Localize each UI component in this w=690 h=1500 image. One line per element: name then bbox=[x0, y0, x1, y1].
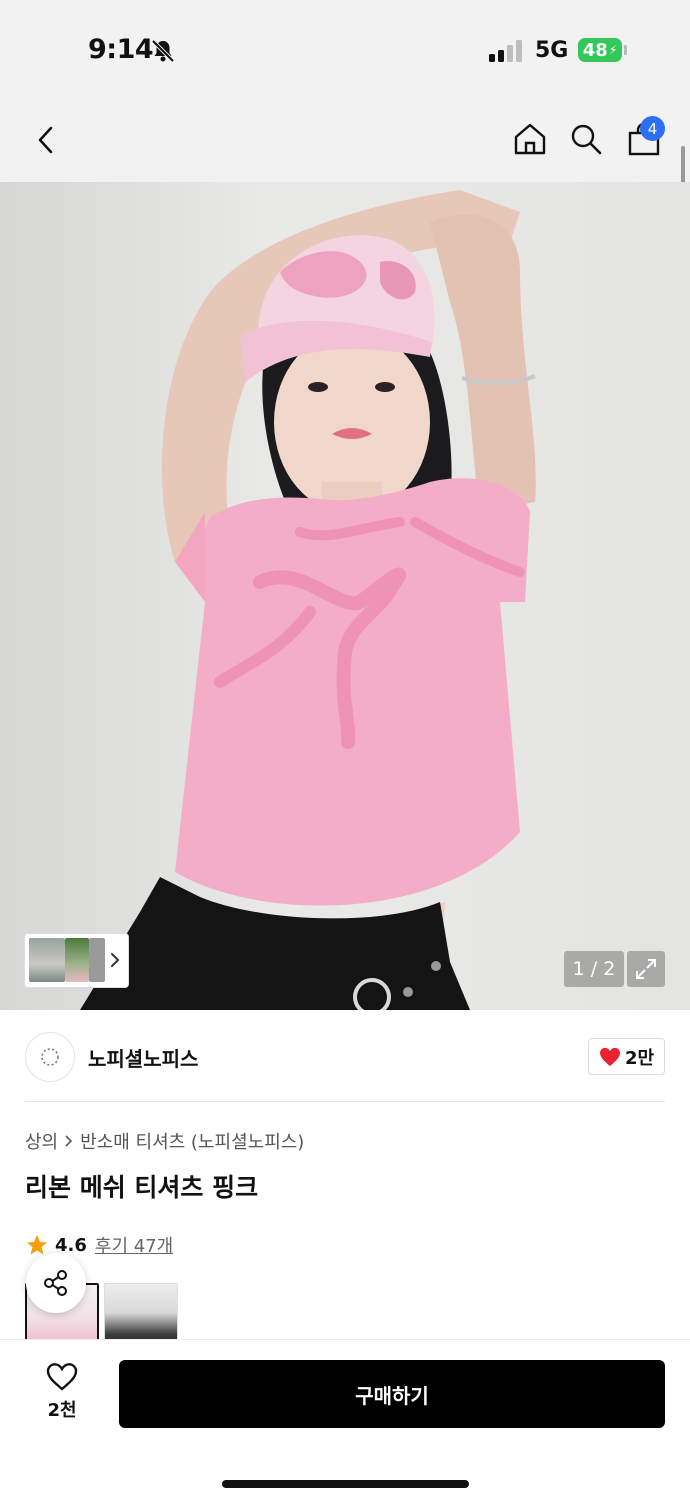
variant-thumbnail-black[interactable] bbox=[104, 1283, 178, 1339]
status-time: 9:14 bbox=[88, 34, 154, 65]
product-photo bbox=[80, 190, 536, 1010]
category-breadcrumb: 상의 반소매 티셔츠 (노피셜노피스) bbox=[25, 1128, 304, 1154]
breadcrumb-item[interactable]: 상의 bbox=[25, 1128, 58, 1154]
store-like-button[interactable]: 2만 bbox=[588, 1038, 665, 1075]
status-bar: 9:14 5G 48 ⚡ bbox=[0, 0, 690, 100]
review-count-link[interactable]: 후기 47개 bbox=[95, 1232, 173, 1258]
share-icon bbox=[44, 1270, 67, 1296]
network-type: 5G bbox=[535, 38, 569, 63]
store-name[interactable]: 노피셜노피스 bbox=[88, 1043, 198, 1072]
search-button[interactable] bbox=[566, 118, 606, 160]
product-image-gallery[interactable]: 1 / 2 bbox=[0, 182, 690, 1010]
cart-count-badge: 4 bbox=[640, 116, 665, 141]
purchase-bar: 2천 구매하기 bbox=[0, 1339, 690, 1500]
chevron-left-icon bbox=[38, 126, 53, 154]
product-title: 리본 메쉬 티셔츠 핑크 bbox=[25, 1173, 259, 1202]
store-row[interactable]: 노피셜노피스 2만 bbox=[0, 1010, 690, 1102]
thumbnail-strip-button[interactable] bbox=[25, 934, 128, 987]
breadcrumb-item[interactable]: 반소매 티셔츠 (노피셜노피스) bbox=[80, 1128, 304, 1154]
battery-indicator: 48 ⚡ bbox=[578, 38, 622, 62]
store-logo[interactable] bbox=[25, 1032, 75, 1082]
gallery-thumbnail bbox=[29, 938, 65, 982]
store-logo-icon bbox=[41, 1048, 59, 1066]
chevron-right-icon bbox=[64, 1134, 74, 1148]
expand-image-button[interactable] bbox=[627, 951, 665, 987]
store-like-count: 2만 bbox=[624, 1047, 655, 1069]
heart-filled-icon bbox=[599, 1047, 620, 1066]
back-button[interactable] bbox=[28, 120, 64, 160]
navigation-bar bbox=[0, 100, 690, 182]
bell-off-icon bbox=[150, 38, 176, 68]
star-icon bbox=[27, 1235, 47, 1255]
cellular-signal-icon bbox=[489, 40, 525, 66]
image-counter: 1 / 2 bbox=[564, 951, 624, 987]
battery-cap bbox=[624, 45, 627, 55]
wishlist-button[interactable]: 2천 bbox=[30, 1362, 94, 1428]
product-detail-screen: 9:14 5G 48 ⚡ 4 1 / 2 노피셜노피스 2만 상의 반소매 티셔… bbox=[0, 0, 690, 1500]
chevron-right-icon bbox=[111, 953, 120, 967]
home-button[interactable] bbox=[510, 118, 550, 160]
search-icon bbox=[571, 124, 602, 155]
battery-level: 48 bbox=[582, 39, 608, 61]
charging-bolt-icon: ⚡ bbox=[608, 43, 618, 57]
gallery-thumbnail bbox=[65, 938, 89, 982]
buy-button[interactable]: 구매하기 bbox=[119, 1360, 665, 1428]
wishlist-count: 2천 bbox=[47, 1400, 77, 1421]
share-button[interactable] bbox=[26, 1253, 86, 1313]
home-icon bbox=[514, 123, 546, 155]
expand-icon bbox=[636, 959, 656, 979]
gallery-thumbnail bbox=[89, 938, 105, 982]
home-indicator bbox=[222, 1480, 469, 1488]
heart-outline-icon bbox=[46, 1363, 78, 1391]
divider bbox=[25, 1101, 665, 1102]
